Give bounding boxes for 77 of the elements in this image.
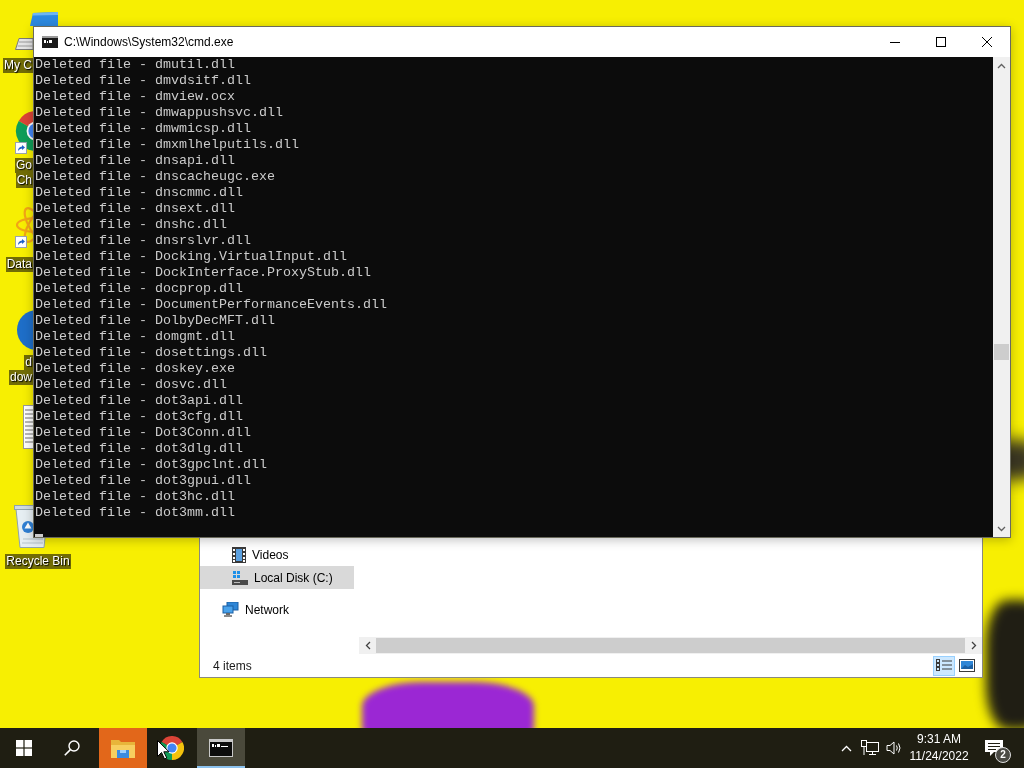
console-line: Deleted file - dnshc.dll (35, 217, 227, 233)
nav-item[interactable]: Local Disk (C:) (200, 566, 354, 589)
console-icon (209, 739, 233, 757)
console-line: Deleted file - dnsrslvr.dll (35, 233, 251, 249)
console-line: Deleted file - docprop.dll (35, 281, 243, 297)
console-icon (42, 36, 58, 48)
console-line: Deleted file - dot3dlg.dll (35, 441, 243, 457)
folder-icon (111, 738, 135, 758)
icon-label[interactable]: dow (9, 370, 33, 385)
console-line: Deleted file - Dot3Conn.dll (35, 425, 251, 441)
text-cursor (35, 534, 43, 537)
console-line: Deleted file - dnscmmc.dll (35, 185, 243, 201)
horizontal-scrollbar[interactable] (359, 637, 982, 654)
console-line: Deleted file - dot3hc.dll (35, 489, 235, 505)
console-line: Deleted file - dmwmicsp.dll (35, 121, 251, 137)
console-line: Deleted file - dmvdsitf.dll (35, 73, 251, 89)
keyboard-icon[interactable] (15, 38, 33, 50)
mouse-pointer-icon (157, 740, 170, 760)
maximize-icon (936, 37, 946, 47)
network-icon (222, 601, 239, 618)
console-line: Deleted file - DockInterface.ProxyStub.dll (35, 265, 371, 281)
window-title: C:\Windows\System32\cmd.exe (64, 35, 234, 49)
close-icon (982, 37, 992, 47)
console-taskbar-button[interactable] (197, 728, 245, 768)
network-icon (861, 740, 879, 756)
drive-icon (232, 570, 248, 585)
minimize-icon (890, 41, 900, 43)
console-line: Deleted file - dnsapi.dll (35, 153, 235, 169)
speaker-icon (886, 741, 902, 755)
console-line: Deleted file - dot3gpui.dll (35, 473, 251, 489)
atom-icon[interactable] (15, 205, 33, 245)
scrollbar-thumb[interactable] (376, 638, 965, 653)
icon-label[interactable]: My C (3, 58, 33, 73)
console-line: Deleted file - dmview.ocx (35, 89, 235, 105)
console-line: Deleted file - domgmt.dll (35, 329, 235, 345)
chevron-up-icon (840, 744, 852, 752)
console-line: Deleted file - dmxmlhelputils.dll (35, 137, 299, 153)
console-line: Deleted file - dmwappushsvc.dll (35, 105, 283, 121)
chevron-up-icon (997, 62, 1006, 69)
console-line: Deleted file - doskey.exe (35, 361, 235, 377)
console-line: Deleted file - Docking.VirtualInput.dll (35, 249, 347, 265)
nav-item[interactable]: Network (200, 598, 354, 621)
console-line: Deleted file - dosvc.dll (35, 377, 227, 393)
chevron-right-icon (970, 641, 977, 650)
vertical-scrollbar[interactable] (993, 57, 1010, 537)
nav-item[interactable]: Videos (200, 543, 354, 566)
icon-label[interactable]: d (24, 355, 33, 370)
chevron-left-icon (364, 641, 371, 650)
icon-label[interactable]: Ch (15, 173, 33, 188)
icon-label[interactable]: Go (15, 158, 33, 173)
film-icon (232, 546, 246, 563)
search-icon (64, 740, 80, 756)
windows-logo-icon (16, 740, 32, 756)
console-line: Deleted file - dot3gpclnt.dll (35, 457, 267, 473)
chevron-down-icon (997, 525, 1006, 532)
view-button[interactable] (933, 655, 955, 676)
console-line: Deleted file - dot3api.dll (35, 393, 243, 409)
clock-time: 9:31 AM (917, 731, 961, 748)
icon-label[interactable]: Data (5, 257, 33, 272)
console-line: Deleted file - dnscacheugc.exe (35, 169, 275, 185)
icon-label[interactable]: Recycle Bin (5, 554, 71, 569)
console-line: Deleted file - dosettings.dll (35, 345, 267, 361)
notification-count-badge: 2 (995, 747, 1011, 763)
app-icon[interactable] (17, 310, 33, 350)
console-line: Deleted file - dot3cfg.dll (35, 409, 243, 425)
console-line: Deleted file - dmutil.dll (35, 57, 235, 73)
item-count: 4 items (213, 658, 252, 673)
console-line: Deleted file - DocumentPerformanceEvents.dll (35, 297, 387, 313)
console-line: Deleted file - DolbyDecMFT.dll (35, 313, 275, 329)
console-line: Deleted file - dnsext.dll (35, 201, 235, 217)
notifications-button[interactable]: 2 (972, 728, 1016, 768)
scrollbar-thumb[interactable] (994, 344, 1009, 360)
picture-icon (959, 659, 975, 672)
console-line: Deleted file - dot3mm.dll (35, 505, 235, 521)
details-view-icon (936, 658, 952, 673)
clock-date: 11/24/2022 (909, 748, 969, 765)
clock[interactable]: 9:31 AM 11/24/2022 (906, 728, 972, 768)
